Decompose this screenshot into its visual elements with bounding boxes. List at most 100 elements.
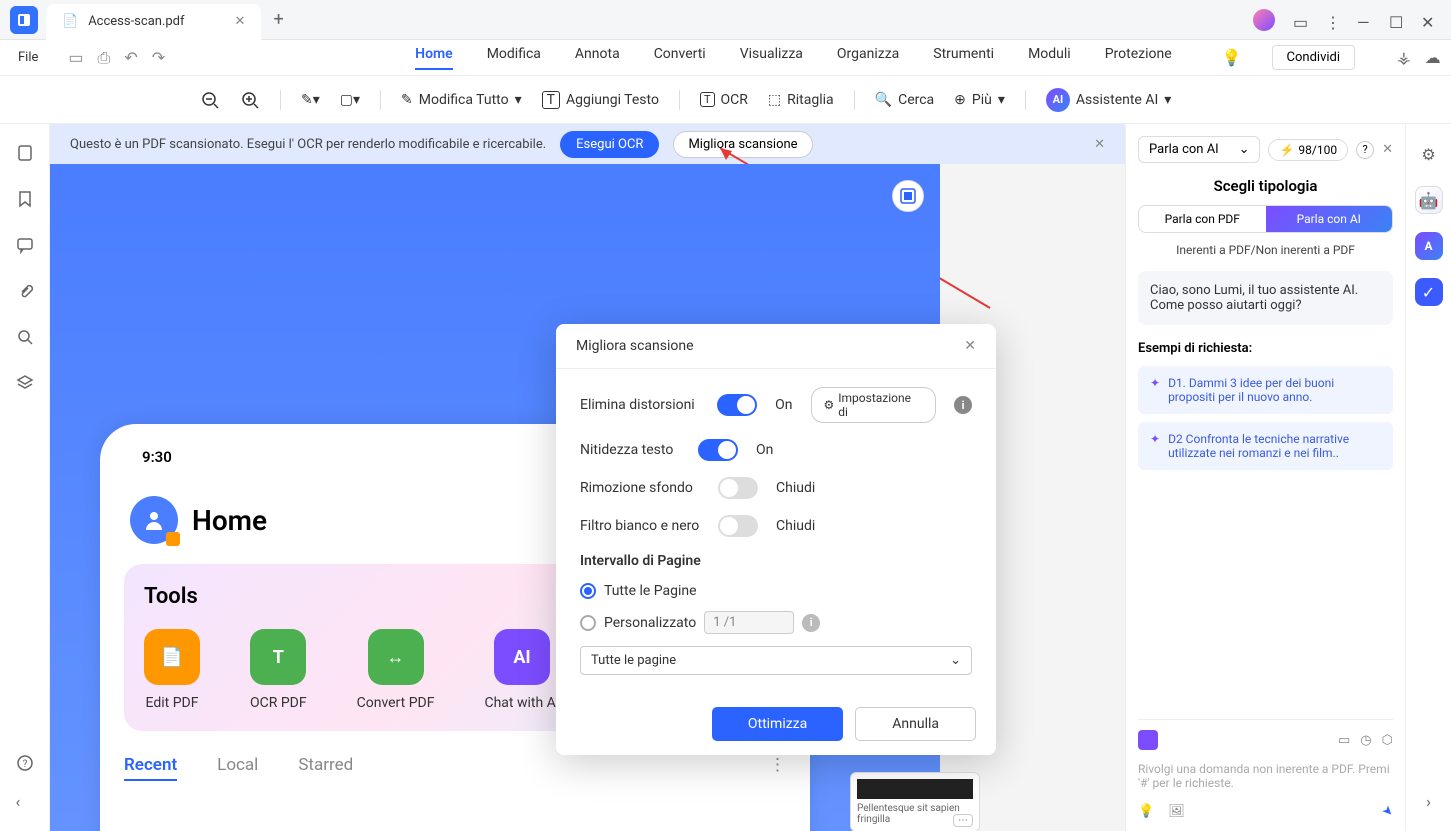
more-button[interactable]: ⊕ Più▾	[954, 92, 1005, 108]
background-label: Rimozione sfondo	[580, 480, 700, 496]
print-icon[interactable]: ⎙	[98, 48, 111, 68]
page-range-title: Intervallo di Pagine	[580, 553, 972, 569]
layers-icon[interactable]	[16, 374, 34, 392]
bookmark-icon[interactable]	[16, 190, 34, 208]
add-tab-button[interactable]: +	[273, 9, 283, 30]
bw-toggle[interactable]	[718, 515, 758, 537]
all-pages-label: Tutte le Pagine	[604, 583, 697, 599]
ai-chip-icon[interactable]	[1138, 730, 1158, 750]
more-icon[interactable]: ⋮	[1325, 13, 1339, 27]
example-prompt-1[interactable]: ✦D1. Dammi 3 idee per dei buoni proposit…	[1138, 366, 1393, 414]
all-pages-radio[interactable]	[580, 583, 596, 599]
close-window-icon[interactable]: ✕	[1421, 13, 1435, 27]
tab-title: Access-scan.pdf	[88, 14, 184, 29]
recent-more-icon: ⋮	[769, 755, 786, 781]
optimize-button[interactable]: Ottimizza	[712, 707, 843, 741]
a-tool-icon[interactable]: A	[1415, 232, 1443, 260]
edit-all-button[interactable]: ✎ Modifica Tutto▾	[401, 92, 522, 108]
spark-icon: ✦	[1150, 376, 1160, 404]
sliders-icon[interactable]: ⚙	[1415, 140, 1443, 168]
search-button[interactable]: 🔍 Cerca	[875, 92, 935, 108]
page-range-input[interactable]	[704, 611, 794, 634]
file-menu[interactable]: File	[18, 50, 38, 65]
bulb-icon[interactable]: 💡	[1138, 804, 1154, 819]
settings-icon[interactable]: ⬡	[1382, 733, 1393, 748]
zoom-out-button[interactable]	[200, 90, 220, 110]
enhance-scan-dialog: Migliora scansione ✕ Elimina distorsioni…	[556, 324, 996, 755]
bot-icon[interactable]: 🤖	[1415, 186, 1443, 214]
menu-tab-moduli[interactable]: Moduli	[1028, 46, 1071, 70]
cancel-button[interactable]: Annulla	[855, 707, 976, 741]
collapse-right-icon[interactable]: ›	[1426, 792, 1431, 811]
menu-tab-visualizza[interactable]: Visualizza	[740, 46, 803, 70]
recent-tab-starred: Starred	[298, 755, 353, 781]
add-text-button[interactable]: T Aggiungi Testo	[542, 91, 659, 109]
crop-button[interactable]: ⬚ Ritaglia	[768, 92, 834, 108]
history-icon[interactable]: ◷	[1360, 733, 1371, 748]
minimize-icon[interactable]: —	[1357, 13, 1371, 27]
background-toggle[interactable]	[718, 477, 758, 499]
run-ocr-button[interactable]: Esegui OCR	[560, 131, 659, 158]
menu-tab-converti[interactable]: Converti	[654, 46, 706, 70]
quota-badge[interactable]: ⚡98/100	[1268, 139, 1348, 161]
menu-tab-organizza[interactable]: Organizza	[837, 46, 899, 70]
enhance-scan-button[interactable]: Migliora scansione	[673, 131, 812, 158]
share-button[interactable]: Condividi	[1272, 45, 1356, 70]
document-tab[interactable]: 📄 Access-scan.pdf ✕	[46, 4, 261, 40]
ai-assistant-button[interactable]: AI Assistente AI▾	[1046, 88, 1171, 112]
maximize-icon[interactable]: ☐	[1389, 13, 1403, 27]
close-banner-icon[interactable]: ✕	[1094, 137, 1105, 152]
thumb-more-icon[interactable]: ⋯	[953, 814, 973, 827]
ai-close-icon[interactable]: ✕	[1382, 142, 1393, 157]
settings-pill[interactable]: ⚙ Impostazione di	[811, 387, 937, 423]
pages-select[interactable]: Tutte le pagine⌄	[580, 646, 972, 675]
menu-tab-modifica[interactable]: Modifica	[487, 46, 541, 70]
dewarp-state: On	[775, 397, 792, 413]
ai-help-icon[interactable]: ?	[1356, 141, 1374, 159]
zoom-in-button[interactable]	[240, 90, 260, 110]
dewarp-toggle[interactable]	[717, 394, 757, 416]
info-icon-2[interactable]: i	[802, 614, 820, 632]
shape-button[interactable]: ▢▾	[340, 92, 360, 108]
notifications-icon[interactable]: ▭	[1293, 13, 1307, 27]
sharpen-toggle[interactable]	[698, 439, 738, 461]
redo-icon[interactable]: ↷	[152, 48, 165, 68]
dialog-close-icon[interactable]: ✕	[964, 338, 976, 354]
menu-tab-strumenti[interactable]: Strumenti	[933, 46, 994, 70]
thumbnail-icon[interactable]	[16, 144, 34, 162]
tool-ocr-pdf: TOCR PDF	[250, 629, 307, 711]
ai-input[interactable]: Rivolgi una domanda non inerente a PDF. …	[1138, 756, 1393, 796]
info-icon[interactable]: i	[954, 396, 972, 414]
menu-tab-home[interactable]: Home	[415, 46, 453, 70]
ai-tab-pdf[interactable]: Parla con PDF	[1139, 206, 1266, 232]
example-prompt-2[interactable]: ✦D2 Confronta le tecniche narrative util…	[1138, 422, 1393, 470]
collapse-left-icon[interactable]: ‹	[16, 792, 34, 811]
expand-icon[interactable]: ▭	[1338, 733, 1350, 748]
phone-avatar-icon	[130, 496, 178, 544]
menu-tab-protezione[interactable]: Protezione	[1105, 46, 1172, 70]
search-sidebar-icon[interactable]	[16, 328, 34, 346]
highlight-button[interactable]: ✎▾	[301, 92, 320, 108]
help-icon[interactable]: ?	[16, 754, 34, 772]
ocr-float-icon[interactable]	[892, 180, 924, 212]
send-icon[interactable]: ➤	[1378, 802, 1396, 820]
menu-tab-annota[interactable]: Annota	[575, 46, 620, 70]
chevron-down-icon: ⌄	[1239, 142, 1250, 157]
lightbulb-icon[interactable]: 💡	[1222, 48, 1242, 67]
custom-radio[interactable]	[580, 615, 596, 631]
close-tab-icon[interactable]: ✕	[235, 14, 246, 29]
user-avatar[interactable]	[1253, 9, 1275, 31]
ai-mode-select[interactable]: Parla con AI⌄	[1138, 136, 1260, 163]
share-icon[interactable]: ⚶	[1397, 48, 1411, 67]
attachment-icon[interactable]	[16, 282, 34, 300]
ocr-button[interactable]: T OCR	[700, 92, 748, 108]
save-icon[interactable]: ▭	[68, 48, 83, 68]
ai-tab-ai[interactable]: Parla con AI	[1266, 206, 1393, 232]
undo-icon[interactable]: ↶	[124, 48, 137, 68]
comment-icon[interactable]	[16, 236, 34, 254]
spark-icon: ✦	[1150, 432, 1160, 460]
bw-label: Filtro bianco e nero	[580, 518, 700, 534]
image-icon[interactable]: 🖼	[1168, 804, 1185, 819]
cloud-icon[interactable]: ☁	[1425, 48, 1441, 67]
check-tool-icon[interactable]: ✓	[1415, 278, 1443, 306]
